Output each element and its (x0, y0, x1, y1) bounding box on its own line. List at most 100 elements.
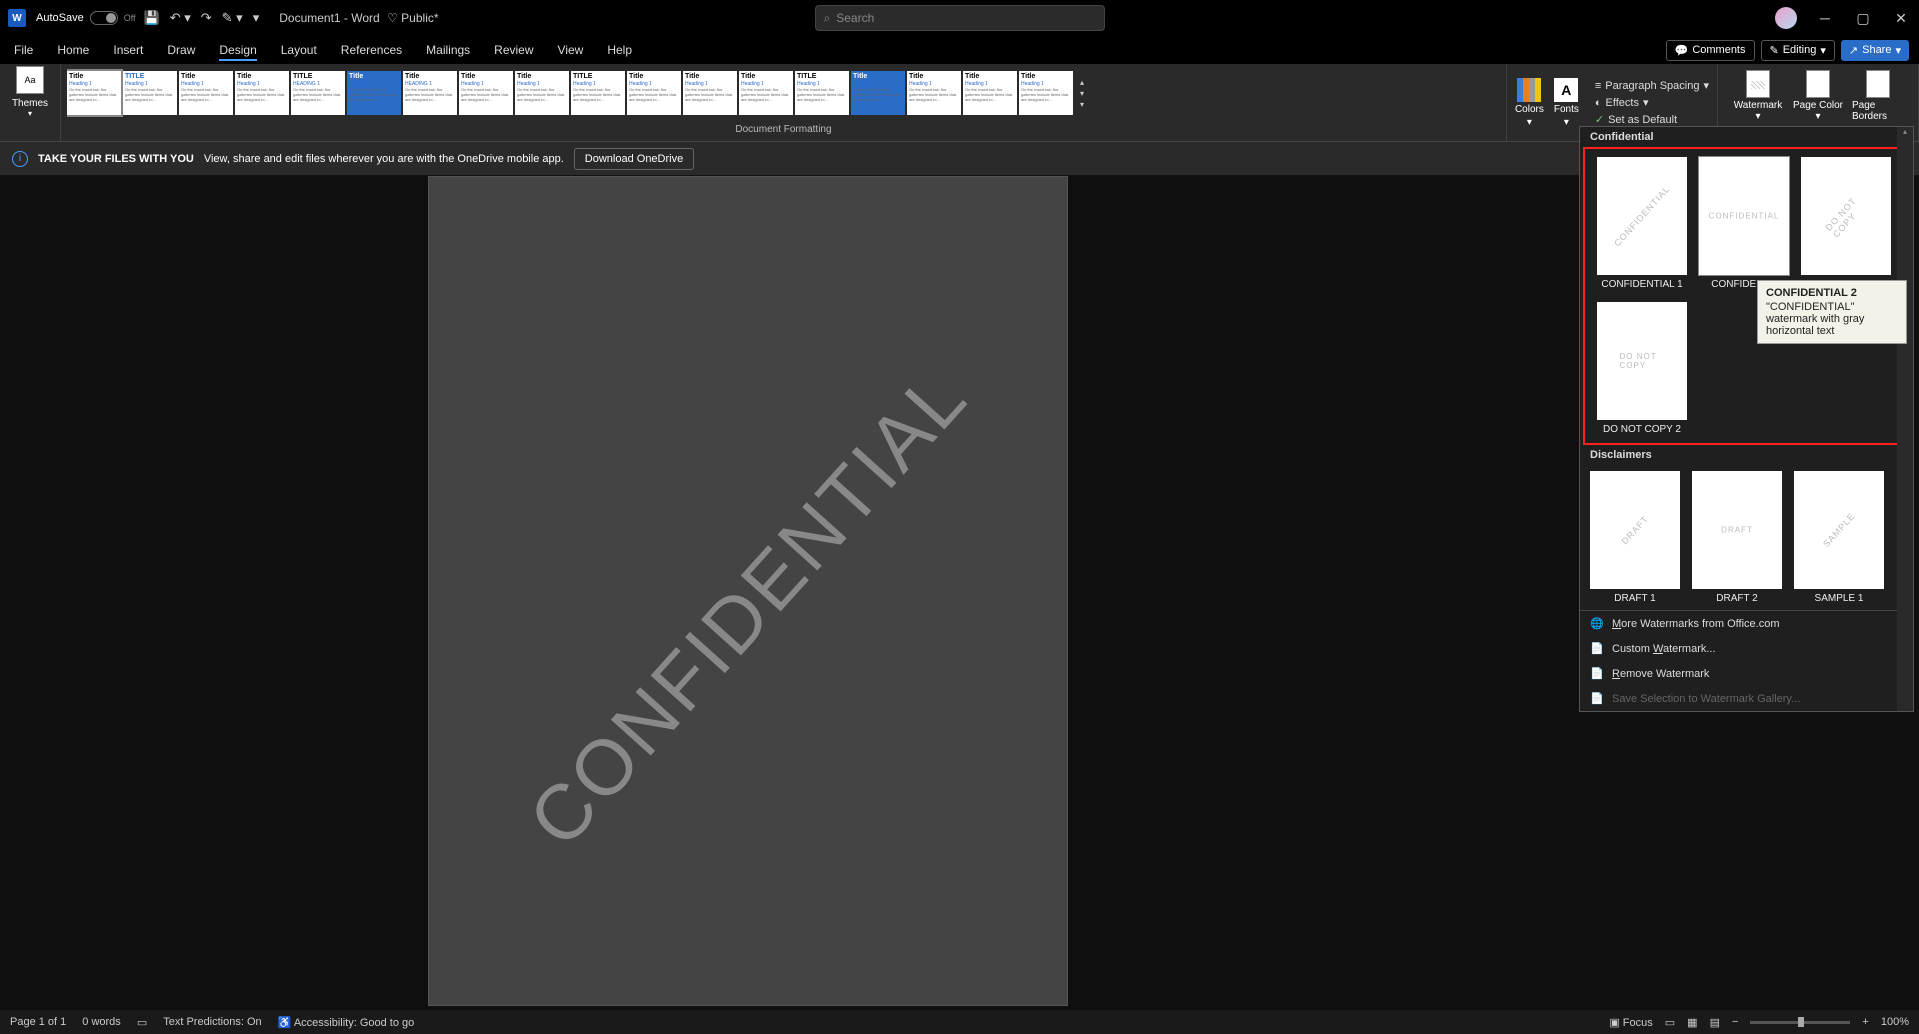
zoom-out-button[interactable]: − (1732, 1016, 1738, 1028)
tab-insert[interactable]: Insert (113, 39, 143, 61)
search-placeholder: Search (836, 11, 874, 25)
maximize-button[interactable]: ▢ (1853, 10, 1873, 27)
watermark-icon (1746, 70, 1770, 98)
tab-home[interactable]: Home (57, 39, 89, 61)
tab-review[interactable]: Review (494, 39, 533, 61)
tab-draw[interactable]: Draw (167, 39, 195, 61)
page-color-icon (1806, 70, 1830, 98)
focus-mode-button[interactable]: ▣ Focus (1609, 1016, 1652, 1029)
page-icon: 📄 (1590, 642, 1604, 655)
undo-icon[interactable]: ↶ ▾ (170, 10, 191, 26)
autosave-switch-icon[interactable] (90, 11, 118, 25)
save-selection-icon: 📄 (1590, 692, 1604, 705)
zoom-in-button[interactable]: + (1862, 1016, 1868, 1028)
paragraph-spacing-button[interactable]: ≡ Paragraph Spacing ▾ (1595, 79, 1709, 92)
tab-design[interactable]: Design (219, 39, 256, 61)
status-predictions[interactable]: Text Predictions: On (163, 1016, 261, 1028)
style-set-thumb[interactable]: TitleHeading 1On the Insert tab, the gal… (1019, 71, 1073, 115)
watermark-button[interactable]: Watermark▾ (1732, 70, 1784, 122)
qat-dropdown-icon[interactable]: ▾ (253, 10, 260, 26)
style-set-thumb[interactable]: TitleHeading 1On the Insert tab, the gal… (963, 71, 1017, 115)
search-input[interactable]: ⌕ Search (815, 5, 1105, 31)
status-spellcheck-icon[interactable]: ▭ (137, 1016, 147, 1029)
tab-mailings[interactable]: Mailings (426, 39, 470, 61)
effects-button[interactable]: ◐ Effects ▾ (1595, 96, 1709, 109)
tab-help[interactable]: Help (607, 39, 632, 61)
page-color-button[interactable]: Page Color ▾ (1792, 70, 1844, 122)
more-watermarks-item[interactable]: 🌐 More Watermarks from Office.com › (1580, 611, 1913, 636)
custom-watermark-item[interactable]: 📄 Custom Watermark... (1580, 636, 1913, 661)
watermark-gallery-item[interactable]: DO NOT COPY (1801, 157, 1891, 290)
download-onedrive-button[interactable]: Download OneDrive (574, 148, 694, 170)
user-avatar[interactable] (1775, 7, 1797, 29)
style-set-thumb[interactable]: TitleHeading 1On the Insert tab, the gal… (179, 71, 233, 115)
quick-access-toolbar: 💾 ↶ ▾ ↷ ✎ ▾ ▾ (144, 10, 260, 26)
style-set-thumb[interactable]: TitleHeading 1On the Insert tab, the gal… (67, 71, 121, 115)
style-set-thumb[interactable]: TitleHeading 1On the Insert tab, the gal… (459, 71, 513, 115)
title-bar: W AutoSave Off 💾 ↶ ▾ ↷ ✎ ▾ ▾ Document1 -… (0, 0, 1919, 36)
zoom-level[interactable]: 100% (1881, 1016, 1909, 1028)
globe-icon: 🌐 (1590, 617, 1604, 630)
close-button[interactable]: ✕ (1891, 10, 1911, 27)
save-icon[interactable]: 💾 (144, 10, 160, 26)
view-web-icon[interactable]: ▤ (1710, 1016, 1720, 1029)
quick-edit-icon[interactable]: ✎ ▾ (222, 10, 243, 26)
style-set-thumb[interactable]: TitleHeading 1On the Insert tab, the gal… (515, 71, 569, 115)
redo-icon[interactable]: ↷ (201, 10, 212, 26)
set-as-default-button[interactable]: ✓ Set as Default (1595, 113, 1709, 126)
style-set-thumb[interactable]: TITLEHeading 1On the Insert tab, the gal… (571, 71, 625, 115)
themes-icon: Aa (16, 66, 44, 94)
scroll-up-icon[interactable]: ▴ (1897, 127, 1913, 141)
colors-button[interactable]: Colors▾ (1515, 78, 1544, 128)
page-borders-icon (1866, 70, 1890, 98)
status-page[interactable]: Page 1 of 1 (10, 1016, 66, 1028)
style-set-thumb[interactable]: TITLEHeading 1On the Insert tab, the gal… (795, 71, 849, 115)
watermark-gallery-item[interactable]: CONFIDENTIALCONFIDENTIAL 1 (1597, 157, 1687, 290)
tab-file[interactable]: File (14, 39, 33, 61)
style-set-gallery[interactable]: TitleHeading 1On the Insert tab, the gal… (67, 66, 1500, 120)
view-print-icon[interactable]: ▦ (1687, 1016, 1697, 1029)
comments-button[interactable]: 💬 Comments (1666, 40, 1755, 61)
tab-references[interactable]: References (341, 39, 402, 61)
watermark-gallery-item[interactable]: CONFIDENTIALCONFIDENT... (1699, 157, 1789, 290)
fonts-icon: A (1554, 78, 1578, 102)
accessibility-icon[interactable]: ♿ Accessibility: Good to go (278, 1016, 415, 1029)
zoom-slider[interactable] (1750, 1021, 1850, 1024)
watermark-tooltip: CONFIDENTIAL 2 "CONFIDENTIAL" watermark … (1757, 280, 1907, 344)
autosave-state: Off (124, 13, 136, 23)
ribbon-tabs: File Home Insert Draw Design Layout Refe… (0, 36, 1919, 64)
tab-view[interactable]: View (558, 39, 584, 61)
fonts-button[interactable]: A Fonts▾ (1554, 78, 1579, 128)
style-set-thumb[interactable]: TITLEHEADING 1On the Insert tab, the gal… (291, 71, 345, 115)
style-set-thumb[interactable]: TitleHeading 1On the Insert tab, the gal… (683, 71, 737, 115)
style-set-thumb[interactable]: TitleHeading 1On the Insert tab, the gal… (739, 71, 793, 115)
style-set-thumb[interactable]: TitleHeading 1On the Insert tab, the gal… (907, 71, 961, 115)
watermark-gallery-item[interactable]: DRAFTDRAFT 1 (1590, 471, 1680, 604)
watermark-applied: CONFIDENTIAL (511, 351, 985, 864)
view-read-icon[interactable]: ▭ (1665, 1016, 1675, 1029)
page-borders-button[interactable]: Page Borders (1852, 70, 1904, 122)
status-words[interactable]: 0 words (82, 1016, 121, 1028)
style-set-thumb[interactable]: TitleHEADING 1On the Insert tab, the gal… (403, 71, 457, 115)
autosave-toggle[interactable]: AutoSave Off (36, 11, 136, 25)
remove-watermark-item[interactable]: 📄 Remove Watermark (1580, 661, 1913, 686)
style-set-thumb[interactable]: TitleHeading 1On the Insert tab, the gal… (347, 71, 401, 115)
share-button[interactable]: ↗ Share ▾ (1841, 40, 1909, 61)
document-page[interactable]: CONFIDENTIAL (428, 176, 1068, 1006)
tab-layout[interactable]: Layout (281, 39, 317, 61)
themes-button[interactable]: Aa Themes ▾ (6, 66, 54, 118)
colors-icon (1517, 78, 1541, 102)
infobar-title: TAKE YOUR FILES WITH YOU (38, 153, 194, 165)
minimize-button[interactable]: ─ (1815, 10, 1835, 26)
style-set-more-button[interactable]: ▴▾▾ (1075, 71, 1089, 115)
watermark-gallery-item[interactable]: DO NOT COPYDO NOT COPY 2 (1597, 302, 1687, 435)
style-set-thumb[interactable]: TitleHeading 1On the Insert tab, the gal… (851, 71, 905, 115)
tooltip-title: CONFIDENTIAL 2 (1766, 287, 1898, 299)
style-set-thumb[interactable]: TitleHeading 1On the Insert tab, the gal… (235, 71, 289, 115)
watermark-gallery-item[interactable]: DRAFTDRAFT 2 (1692, 471, 1782, 604)
editing-mode-button[interactable]: ✎ Editing ▾ (1761, 40, 1835, 61)
watermark-scrollbar[interactable]: ▴ (1897, 127, 1913, 711)
style-set-thumb[interactable]: TitleHeading 1On the Insert tab, the gal… (627, 71, 681, 115)
style-set-thumb[interactable]: TITLEHeading 1On the Insert tab, the gal… (123, 71, 177, 115)
watermark-gallery-item[interactable]: SAMPLESAMPLE 1 (1794, 471, 1884, 604)
